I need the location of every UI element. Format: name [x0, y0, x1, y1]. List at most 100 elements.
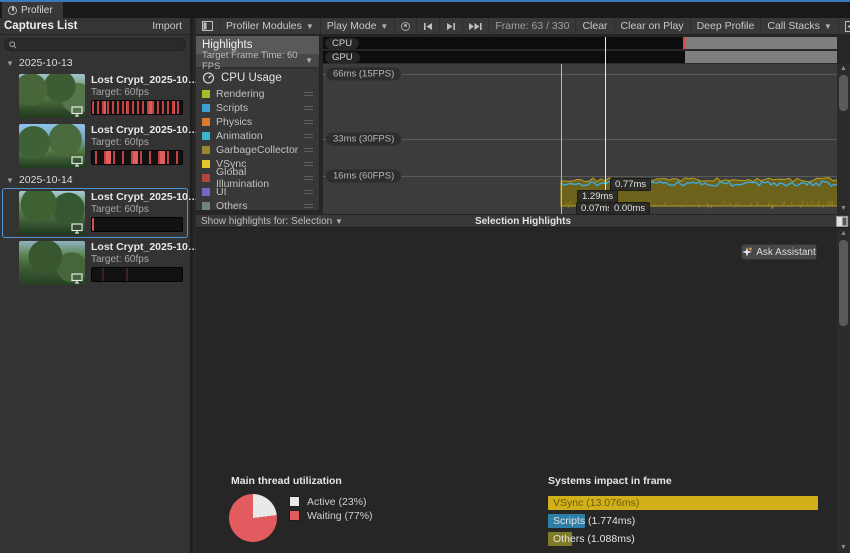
- chart-scrollbar[interactable]: ▲ ▼: [837, 64, 850, 214]
- panel-toggle-button[interactable]: [196, 18, 220, 34]
- legend-item-rendering[interactable]: Rendering: [196, 87, 319, 101]
- legend-item-global-illumination[interactable]: Global Illumination: [196, 166, 319, 190]
- gridline-label-16ms: 16ms (60FPS): [326, 169, 402, 183]
- legend-item-scripts[interactable]: Scripts: [196, 101, 319, 115]
- chart-scrollbar-thumb[interactable]: [839, 75, 848, 111]
- drag-handle-icon[interactable]: [304, 146, 314, 154]
- legend-label: Physics: [216, 116, 253, 128]
- legend-swatch: [202, 188, 210, 196]
- current-frame-line[interactable]: [605, 37, 606, 214]
- drag-handle-icon[interactable]: [304, 202, 313, 210]
- clear-on-play-button[interactable]: Clear on Play: [615, 18, 691, 34]
- legend-swatch: [202, 160, 210, 168]
- profiler-modules-dropdown[interactable]: Profiler Modules ▼: [220, 18, 321, 34]
- legend-item-physics[interactable]: Physics: [196, 115, 319, 129]
- scroll-down-icon[interactable]: ▼: [837, 543, 850, 553]
- legend-item-others[interactable]: Others: [196, 199, 319, 213]
- system-impact-row: VSync (13.076ms): [548, 496, 818, 510]
- utilization-pie-chart: [229, 494, 277, 542]
- drag-handle-icon[interactable]: [304, 132, 313, 140]
- capture-title: Lost Crypt_2025-10…: [91, 241, 199, 253]
- capture-item[interactable]: Lost Crypt_2025-10… Target: 60fps: [2, 71, 198, 121]
- gpu-frame-strip[interactable]: GPU: [323, 51, 837, 64]
- profiler-tab-icon: [8, 5, 17, 15]
- capture-group-date: 2025-10-13: [18, 57, 73, 69]
- waiting-legend-label: Waiting (77%): [307, 510, 373, 522]
- capture-activity-bar: [91, 150, 183, 165]
- legend-swatch: [202, 202, 210, 210]
- prev-frame-icon: [424, 22, 433, 30]
- details-scrollbar[interactable]: ▲ ▼: [837, 229, 850, 553]
- waiting-legend-swatch: [289, 510, 300, 521]
- ask-assistant-label: Ask Assistant: [756, 246, 816, 258]
- cpu-legend: Rendering Scripts Physics Animation GarbageC…: [196, 87, 319, 213]
- gridline-label-66ms: 66ms (15FPS): [326, 67, 402, 81]
- cpu-frame-strip[interactable]: CPU: [323, 37, 837, 50]
- capture-group-header[interactable]: ▼ 2025-10-13: [0, 54, 190, 71]
- systems-impact-title: Systems impact in frame: [548, 475, 672, 487]
- legend-label: UI: [216, 186, 227, 198]
- cpu-strip-data: [685, 37, 837, 49]
- captures-header: Captures List Import: [0, 18, 190, 35]
- play-mode-label: Play Mode: [326, 20, 377, 32]
- capture-activity-bar: [91, 267, 183, 282]
- capture-item[interactable]: Lost Crypt_2025-10… Target: 60fps: [2, 188, 198, 238]
- active-legend-label: Active (23%): [307, 496, 367, 508]
- tab-profiler[interactable]: Profiler: [2, 2, 63, 18]
- legend-label: Others: [216, 200, 248, 212]
- legend-label: GarbageCollector: [216, 144, 299, 156]
- drag-handle-icon[interactable]: [304, 104, 313, 112]
- selection-highlights-details: Ask Assistant Main thread utilization Ac…: [196, 229, 837, 553]
- target-frame-time-dropdown[interactable]: Target Frame Time: 60 FPS ▼: [196, 50, 319, 72]
- search-input[interactable]: [20, 39, 181, 50]
- record-button[interactable]: [395, 18, 418, 34]
- legend-label: Rendering: [216, 88, 265, 100]
- details-pane-toggle[interactable]: [836, 216, 848, 227]
- capture-meta: Lost Crypt_2025-10… Target: 60fps: [91, 241, 199, 282]
- deep-profile-button[interactable]: Deep Profile: [691, 18, 762, 34]
- ask-assistant-button[interactable]: Ask Assistant: [741, 244, 817, 260]
- details-scrollbar-thumb[interactable]: [839, 240, 848, 326]
- module-cpu-usage[interactable]: CPU Usage: [196, 69, 319, 87]
- capture-group-header[interactable]: ▼ 2025-10-14: [0, 171, 190, 188]
- import-button[interactable]: Import: [148, 20, 186, 32]
- capture-item[interactable]: Lost Crypt_2025-10… Target: 60fps: [2, 121, 198, 171]
- main-region: Profiler Modules ▼ Play Mode ▼ Frame: 63…: [196, 18, 850, 553]
- capture-target: Target: 60fps: [91, 137, 149, 148]
- prev-frame-button[interactable]: [417, 18, 441, 34]
- gridline-label-33ms: 33ms (30FPS): [326, 132, 402, 146]
- next-frame-icon: [447, 22, 456, 30]
- play-mode-dropdown[interactable]: Play Mode ▼: [321, 18, 396, 34]
- frame-counter: Frame: 63 / 330: [489, 18, 577, 34]
- next-frame-button[interactable]: [440, 18, 464, 34]
- legend-item-animation[interactable]: Animation: [196, 129, 319, 143]
- system-impact-label: Others (1.088ms): [553, 533, 635, 545]
- monitor-icon: [71, 156, 83, 167]
- clear-button[interactable]: Clear: [576, 18, 615, 34]
- capture-thumbnail: [19, 74, 85, 118]
- captures-panel: Captures List Import ▼ 2025-10-13 Lost Cry…: [0, 18, 199, 553]
- drag-handle-icon[interactable]: [304, 160, 313, 168]
- drag-handle-icon[interactable]: [304, 188, 313, 196]
- drag-handle-icon[interactable]: [304, 90, 313, 98]
- gpu-strip-label: GPU: [325, 52, 360, 63]
- chevron-down-icon: ▼: [823, 21, 832, 31]
- last-frame-button[interactable]: [463, 18, 490, 34]
- scroll-down-icon[interactable]: ▼: [837, 204, 850, 214]
- scroll-up-icon[interactable]: ▲: [837, 229, 850, 239]
- capture-target: Target: 60fps: [91, 87, 149, 98]
- cpu-strip-selection-tick: [683, 37, 685, 49]
- utilization-title: Main thread utilization: [231, 475, 342, 487]
- load-profile-button[interactable]: [839, 18, 850, 34]
- scroll-up-icon[interactable]: ▲: [837, 64, 850, 74]
- captures-search[interactable]: [4, 38, 186, 51]
- capture-item[interactable]: Lost Crypt_2025-10… Target: 60fps: [2, 238, 199, 288]
- capture-thumbnail: [19, 124, 85, 168]
- drag-handle-icon[interactable]: [304, 174, 313, 182]
- legend-item-garbagecollector[interactable]: GarbageCollector: [196, 143, 319, 157]
- call-stacks-dropdown[interactable]: Call Stacks ▼: [761, 18, 839, 34]
- profiler-toolbar: Profiler Modules ▼ Play Mode ▼ Frame: 63…: [196, 18, 850, 35]
- tab-profiler-label: Profiler: [21, 4, 53, 16]
- drag-handle-icon[interactable]: [304, 118, 313, 126]
- tab-bar: Profiler: [0, 2, 850, 18]
